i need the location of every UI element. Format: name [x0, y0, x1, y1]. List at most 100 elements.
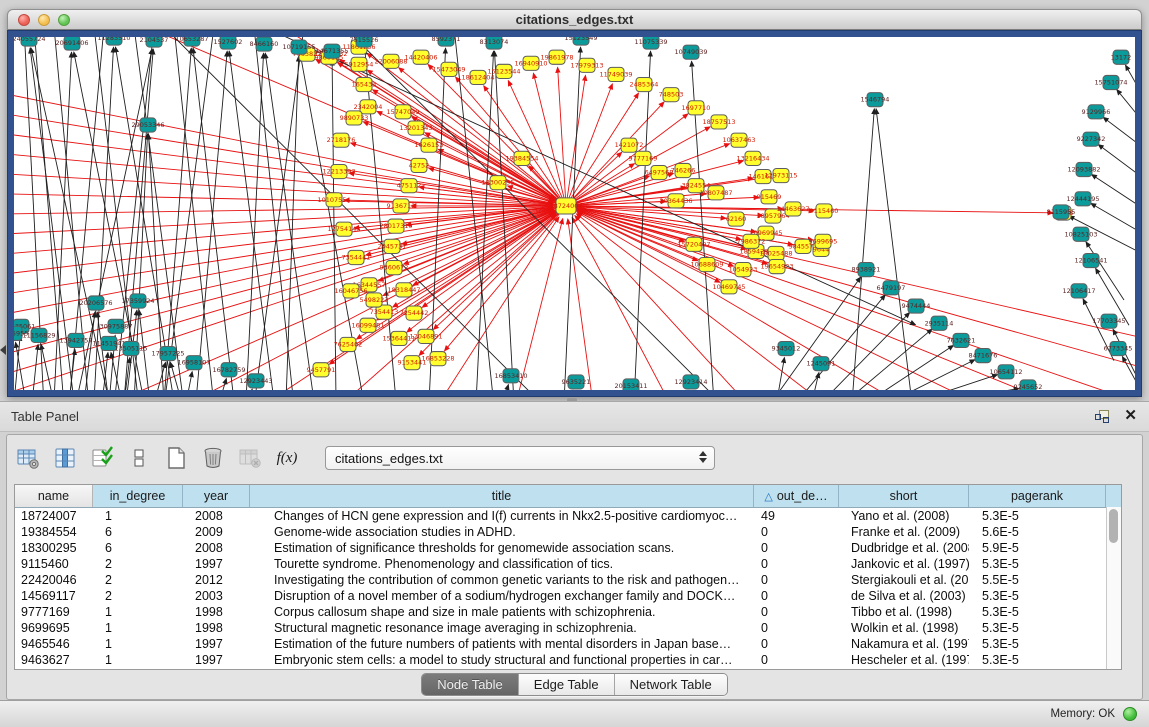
cell-outde[interactable]: 0 — [754, 652, 839, 668]
cell-pagerank[interactable]: 5.3E-5 — [969, 588, 1106, 604]
window-titlebar[interactable]: citations_edges.txt — [7, 9, 1142, 30]
scrollbar-thumb[interactable] — [1109, 509, 1118, 543]
cell-short[interactable]: Tibbo et al. (1998) — [839, 604, 969, 620]
cell-indegree[interactable]: 1 — [93, 620, 183, 636]
cell-indegree[interactable]: 6 — [93, 524, 183, 540]
cell-year[interactable]: 1997 — [183, 556, 250, 572]
float-panel-icon[interactable] — [1095, 410, 1109, 423]
cell-name[interactable]: 18300295 — [15, 540, 93, 556]
cell-pagerank[interactable]: 5.3E-5 — [969, 556, 1106, 572]
cell-short[interactable]: Jankovic et al. (1997) — [839, 556, 969, 572]
cell-year[interactable]: 2012 — [183, 572, 250, 588]
show-column-icon[interactable] — [52, 445, 78, 471]
column-header-indegree[interactable]: in_degree — [93, 485, 183, 507]
cell-year[interactable]: 2008 — [183, 508, 250, 524]
cell-outde[interactable]: 0 — [754, 636, 839, 652]
cell-pagerank[interactable]: 5.9E-5 — [969, 540, 1106, 556]
cell-outde[interactable]: 0 — [754, 556, 839, 572]
tab-edge-table[interactable]: Edge Table — [519, 674, 615, 695]
cell-short[interactable]: de Silva et al. (2003) — [839, 588, 969, 604]
cell-title[interactable]: Structural magnetic resonance image aver… — [250, 620, 754, 636]
cell-title[interactable]: Genome-wide association studies in ADHD. — [250, 524, 754, 540]
cell-short[interactable]: Stergiakouli et al. (2012) — [839, 572, 969, 588]
cell-short[interactable]: Nakamura et al. (1997) — [839, 636, 969, 652]
cell-short[interactable]: Yano et al. (2008) — [839, 508, 969, 524]
cell-indegree[interactable]: 1 — [93, 636, 183, 652]
table-row[interactable]: 2242004622012Investigating the contribut… — [15, 572, 1121, 588]
cell-name[interactable]: 9463627 — [15, 652, 93, 668]
cell-pagerank[interactable]: 5.3E-5 — [969, 604, 1106, 620]
cell-indegree[interactable]: 1 — [93, 604, 183, 620]
cell-name[interactable]: 9465546 — [15, 636, 93, 652]
table-row[interactable]: 911546021997Tourette syndrome. Phenomeno… — [15, 556, 1121, 572]
cell-name[interactable]: 19384554 — [15, 524, 93, 540]
cell-name[interactable]: 9115460 — [15, 556, 93, 572]
close-panel-icon[interactable]: ✕ — [1124, 407, 1137, 425]
cell-outde[interactable]: 0 — [754, 540, 839, 556]
column-header-outde[interactable]: △out_de… — [754, 485, 839, 507]
column-header-title[interactable]: title — [250, 485, 754, 507]
column-header-year[interactable]: year — [183, 485, 250, 507]
new-table-icon[interactable] — [163, 445, 189, 471]
cell-indegree[interactable]: 6 — [93, 540, 183, 556]
cell-year[interactable]: 2009 — [183, 524, 250, 540]
cell-year[interactable]: 1998 — [183, 604, 250, 620]
cell-short[interactable]: Wolkin et al. (1998) — [839, 620, 969, 636]
cell-pagerank[interactable]: 5.6E-5 — [969, 524, 1106, 540]
cell-indegree[interactable]: 2 — [93, 556, 183, 572]
column-header-short[interactable]: short — [839, 485, 969, 507]
network-graph-canvas[interactable]: 1872400718861232118612367663822986012559… — [14, 37, 1135, 390]
cell-pagerank[interactable]: 5.3E-5 — [969, 636, 1106, 652]
table-row[interactable]: 946362711997Embryonic stem cells: a mode… — [15, 652, 1121, 668]
cell-title[interactable]: Embryonic stem cells: a model to study s… — [250, 652, 754, 668]
cell-pagerank[interactable]: 5.3E-5 — [969, 508, 1106, 524]
row-height-icon[interactable] — [126, 445, 152, 471]
cell-indegree[interactable]: 1 — [93, 652, 183, 668]
table-dropdown[interactable]: citations_edges.txt — [325, 446, 715, 470]
cell-year[interactable]: 2003 — [183, 588, 250, 604]
cell-outde[interactable]: 0 — [754, 588, 839, 604]
column-header-pagerank[interactable]: pagerank — [969, 485, 1106, 507]
cell-year[interactable]: 1998 — [183, 620, 250, 636]
cell-indegree[interactable]: 2 — [93, 572, 183, 588]
cell-title[interactable]: Changes of HCN gene expression and I(f) … — [250, 508, 754, 524]
cell-title[interactable]: Tourette syndrome. Phenomenology and cla… — [250, 556, 754, 572]
memory-status-icon[interactable] — [1123, 707, 1137, 721]
cell-outde[interactable]: 49 — [754, 508, 839, 524]
table-settings-icon[interactable] — [15, 445, 41, 471]
tab-node-table[interactable]: Node Table — [422, 674, 519, 695]
table-row[interactable]: 1830029562008Estimation of significance … — [15, 540, 1121, 556]
table-row[interactable]: 946554611997Estimation of the future num… — [15, 636, 1121, 652]
cell-outde[interactable]: 0 — [754, 524, 839, 540]
cell-pagerank[interactable]: 5.3E-5 — [969, 620, 1106, 636]
cell-short[interactable]: Hescheler et al. (1997) — [839, 652, 969, 668]
cell-title[interactable]: Disruption of a novel member of a sodium… — [250, 588, 754, 604]
table-row[interactable]: 1872400712008Changes of HCN gene express… — [15, 508, 1121, 524]
table-row[interactable]: 977716911998Corpus callosum shape and si… — [15, 604, 1121, 620]
cell-title[interactable]: Investigating the contribution of common… — [250, 572, 754, 588]
table-row[interactable]: 969969511998Structural magnetic resonanc… — [15, 620, 1121, 636]
cell-short[interactable]: Dudbridge et al. (2008) — [839, 540, 969, 556]
tab-network-table[interactable]: Network Table — [615, 674, 727, 695]
cell-short[interactable]: Franke et al. (2009) — [839, 524, 969, 540]
cell-year[interactable]: 1997 — [183, 652, 250, 668]
cell-indegree[interactable]: 1 — [93, 508, 183, 524]
cell-outde[interactable]: 0 — [754, 604, 839, 620]
cell-outde[interactable]: 0 — [754, 620, 839, 636]
cell-name[interactable]: 18724007 — [15, 508, 93, 524]
table-row[interactable]: 1938455462009Genome-wide association stu… — [15, 524, 1121, 540]
delete-rows-icon[interactable] — [200, 445, 226, 471]
cell-pagerank[interactable]: 5.5E-5 — [969, 572, 1106, 588]
cell-name[interactable]: 22420046 — [15, 572, 93, 588]
cell-title[interactable]: Estimation of the future numbers of pati… — [250, 636, 754, 652]
column-header-name[interactable]: name — [15, 485, 93, 507]
cell-year[interactable]: 2008 — [183, 540, 250, 556]
cell-indegree[interactable]: 2 — [93, 588, 183, 604]
select-rows-icon[interactable] — [89, 445, 115, 471]
cell-title[interactable]: Corpus callosum shape and size in male p… — [250, 604, 754, 620]
cell-outde[interactable]: 0 — [754, 572, 839, 588]
collapse-panel-arrow-icon[interactable] — [0, 345, 6, 355]
table-row[interactable]: 1456911722003Disruption of a novel membe… — [15, 588, 1121, 604]
table-vertical-scrollbar[interactable] — [1106, 507, 1121, 669]
cell-name[interactable]: 14569117 — [15, 588, 93, 604]
